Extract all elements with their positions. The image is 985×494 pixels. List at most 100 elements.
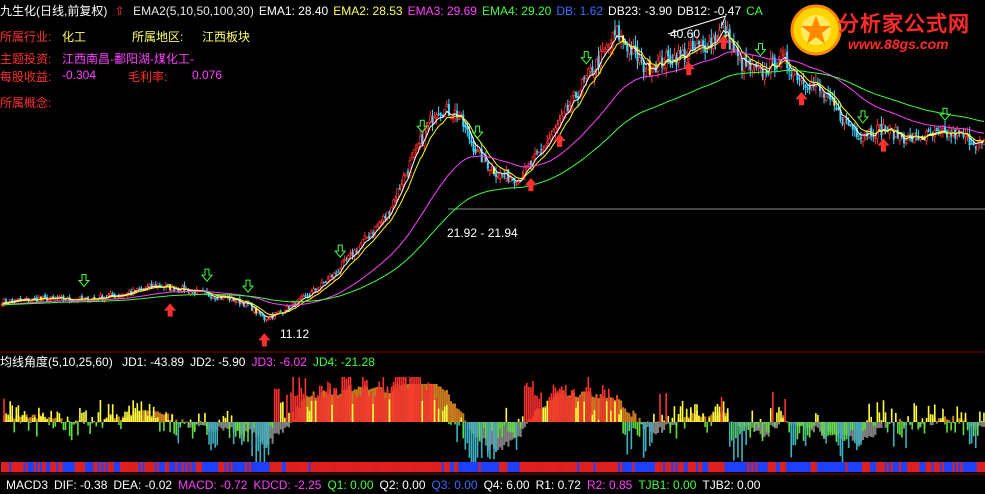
angle-bar	[154, 417, 157, 422]
trend-strip-cell	[66, 462, 69, 472]
angle-bar	[83, 412, 85, 422]
header-indicator-5: DB: 1.62	[556, 4, 604, 18]
angle-bar	[427, 382, 430, 422]
arrow-up-icon[interactable]: ⇧	[115, 4, 125, 18]
trend-strip-cell	[320, 462, 324, 472]
candle-body	[564, 105, 568, 114]
trend-strip-cell	[333, 462, 336, 472]
trend-strip-cell	[667, 462, 670, 472]
trend-strip-cell	[570, 462, 574, 472]
trend-strip-cell	[650, 462, 654, 472]
trend-strip-cell	[255, 462, 258, 472]
trend-strip-cell	[527, 462, 531, 472]
angle-bar	[7, 414, 9, 422]
trend-strip-cell	[33, 462, 37, 472]
angle-bar	[507, 422, 510, 432]
angle-bar	[310, 400, 313, 422]
trend-strip-cell	[429, 462, 432, 472]
candle-body	[533, 152, 537, 156]
candle-body	[658, 55, 662, 62]
angle-bar	[460, 417, 462, 422]
trend-strip-cell	[411, 462, 414, 472]
angle-bar	[927, 405, 930, 422]
angle-bar	[222, 415, 225, 422]
angle-bar	[376, 389, 378, 422]
trend-strip-cell	[792, 462, 795, 472]
trend-strip-cell	[632, 462, 635, 472]
angle-bar	[940, 418, 942, 422]
angle-bar	[413, 377, 415, 422]
angle-bar	[429, 385, 432, 422]
trend-strip-cell	[27, 462, 30, 472]
trend-strip-cell	[19, 462, 22, 472]
angle-area	[673, 422, 676, 425]
angle-bar	[126, 411, 128, 422]
angle-bar	[833, 422, 836, 435]
trend-strip-cell	[775, 462, 779, 472]
trend-strip-cell	[511, 462, 514, 472]
trend-strip-cell	[937, 462, 941, 472]
angle-bar	[562, 390, 565, 422]
trend-strip-cell	[433, 462, 436, 472]
trend-strip-cell	[490, 462, 494, 472]
buy-arrow-icon	[524, 177, 537, 192]
candle-body	[457, 117, 461, 120]
trend-strip-cell	[117, 462, 121, 472]
angle-bar	[165, 413, 167, 422]
angle-area	[197, 422, 200, 427]
trend-strip-cell	[378, 462, 381, 472]
region-value[interactable]: 江西板块	[202, 28, 250, 45]
angle-area	[898, 418, 901, 422]
trend-strip-cell	[210, 462, 213, 472]
angle-bar	[44, 416, 46, 422]
angle-bar	[897, 422, 899, 434]
angle-area	[952, 415, 955, 422]
sub2-indicator-5: Q1: 0.00	[327, 478, 374, 492]
angle-bar	[423, 385, 426, 422]
trend-strip-cell	[406, 462, 410, 472]
angle-bar	[150, 417, 153, 422]
candle-body	[550, 134, 553, 140]
trend-strip-cell	[128, 462, 131, 472]
trend-strip-cell	[304, 462, 307, 472]
angle-bar	[931, 414, 934, 422]
angle-bar	[802, 422, 805, 441]
angle-bar	[195, 422, 198, 425]
angle-area	[220, 422, 223, 429]
trend-strip-cell	[169, 462, 172, 472]
trend-strip-cell	[794, 462, 797, 472]
trend-strip-cell	[517, 462, 520, 472]
trend-strip-cell	[201, 462, 205, 472]
angle-bar	[261, 422, 264, 445]
angle-bar	[140, 401, 143, 422]
trend-strip-cell	[124, 462, 127, 472]
sub1-indicator-2: JD3: -6.02	[251, 355, 307, 369]
trend-strip-cell	[572, 462, 576, 472]
angle-area	[35, 418, 38, 422]
theme-value[interactable]: 江西南昌-鄱阳湖-煤化工-	[62, 50, 194, 67]
angle-bar	[585, 387, 588, 422]
angle-area	[224, 422, 227, 428]
angle-bar	[17, 405, 20, 422]
logo-url[interactable]: www.88gs.com	[848, 36, 949, 52]
industry-value[interactable]: 化工	[62, 28, 86, 45]
trend-strip-cell	[130, 462, 133, 472]
angle-area	[691, 413, 694, 422]
angle-bar	[644, 422, 647, 452]
angle-bar	[710, 422, 713, 426]
trend-strip-cell	[829, 462, 832, 472]
trend-strip-cell	[609, 462, 613, 472]
trend-strip-cell	[646, 462, 649, 472]
candle-body	[490, 166, 494, 169]
trend-strip-cell	[757, 462, 760, 472]
trend-strip-cell	[326, 462, 330, 472]
angle-bar	[27, 422, 30, 431]
candle-body	[381, 216, 385, 221]
trend-strip-cell	[872, 462, 875, 472]
angle-bar	[583, 401, 585, 422]
trend-strip-cell	[562, 462, 565, 472]
trend-strip-cell	[552, 462, 555, 472]
trend-strip-cell	[376, 462, 379, 472]
candle-body	[379, 220, 383, 223]
trend-strip-cell	[581, 462, 584, 472]
